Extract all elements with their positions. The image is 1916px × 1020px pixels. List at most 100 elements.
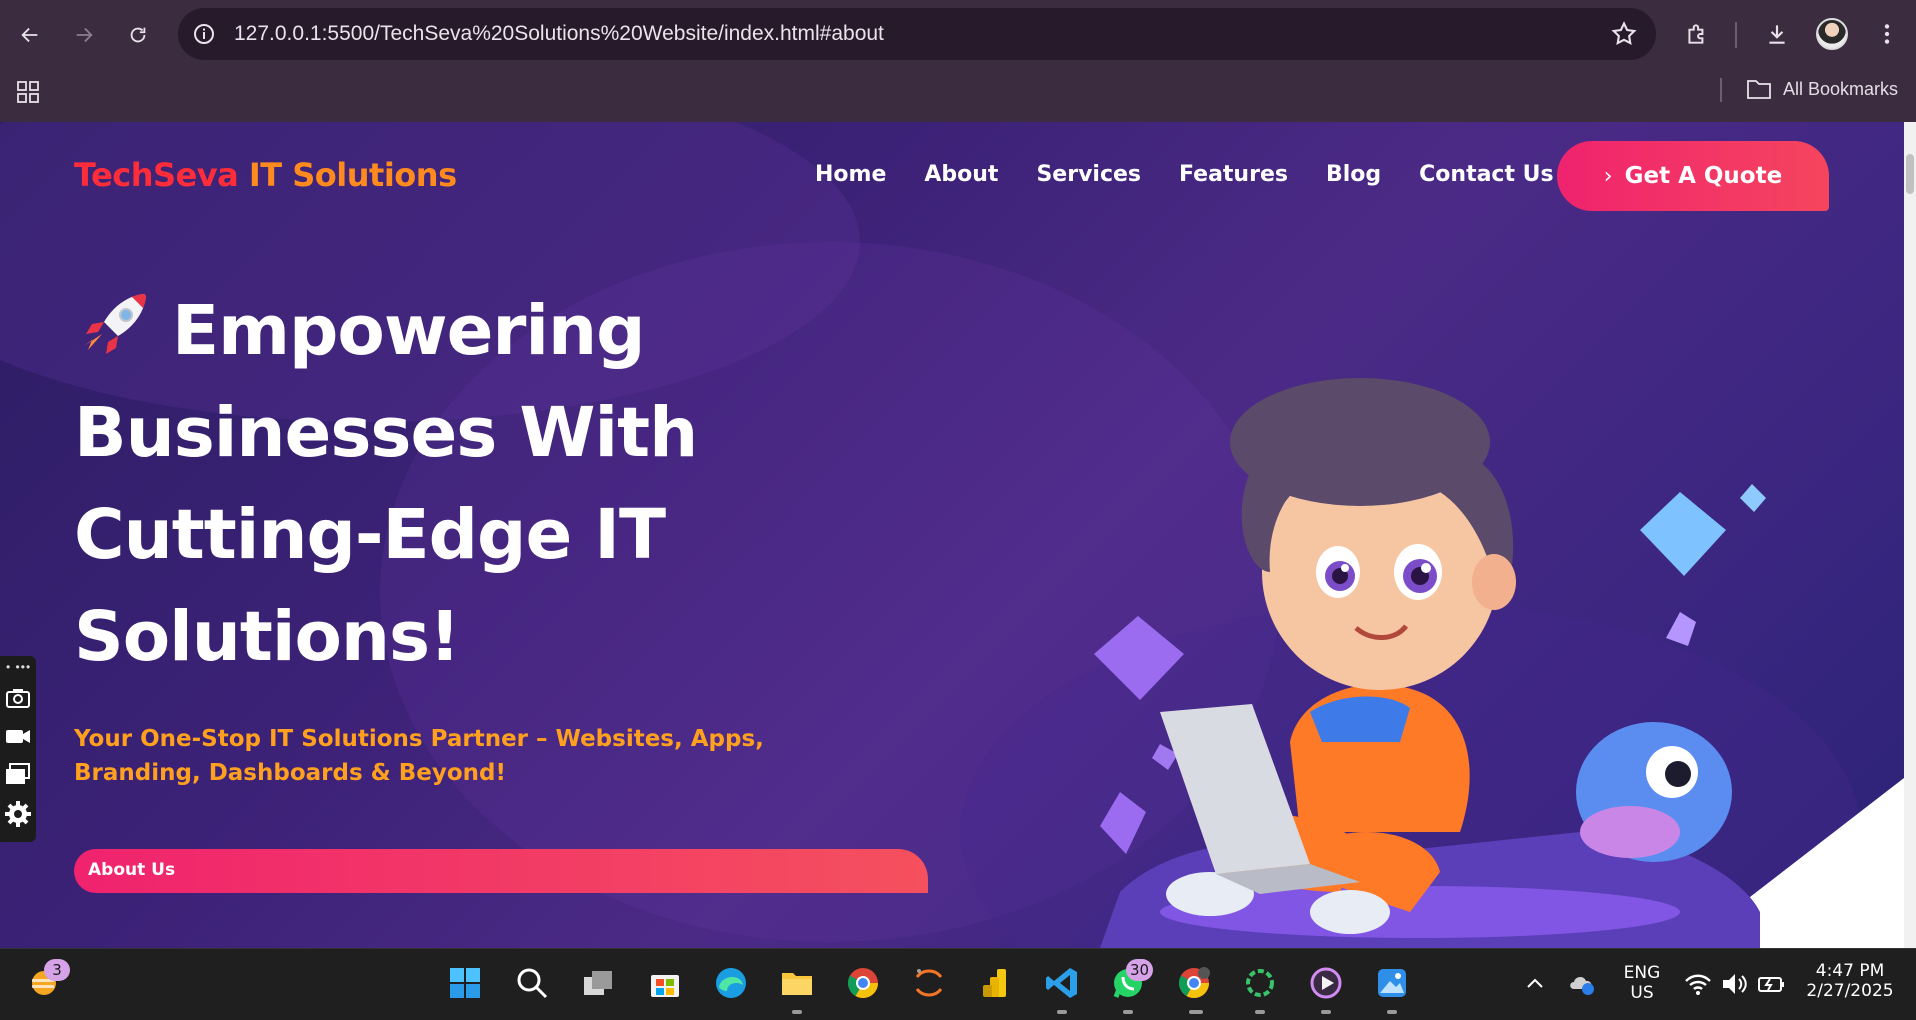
whatsapp-badge: 30 <box>1126 959 1154 981</box>
chrome-button[interactable] <box>843 963 883 1003</box>
chevron-up-icon[interactable] <box>1524 973 1546 995</box>
hero-headline: Empowering Businesses With Cutting-Edge … <box>74 280 774 688</box>
address-bar[interactable]: 127.0.0.1:5500/TechSeva%20Solutions%20We… <box>178 8 1656 60</box>
extensions-button[interactable] <box>1680 17 1714 51</box>
camera-icon[interactable] <box>4 684 32 712</box>
headline-text-1: Empowering <box>172 291 646 371</box>
onedrive-icon[interactable] <box>1568 971 1596 997</box>
start-icon <box>450 968 480 998</box>
clock-time: 4:47 PM <box>1815 961 1885 981</box>
wifi-icon[interactable] <box>1684 971 1712 997</box>
running-indicator <box>792 1010 802 1014</box>
media-player-icon <box>1310 967 1342 999</box>
jupyter-button[interactable] <box>909 963 949 1003</box>
apps-grid-icon[interactable] <box>16 80 40 104</box>
nav-features[interactable]: Features <box>1179 162 1288 187</box>
windows-icon[interactable] <box>4 760 32 788</box>
file-explorer-icon <box>782 973 812 995</box>
browser-menu-button[interactable] <box>1870 17 1904 51</box>
reload-button[interactable] <box>120 17 156 53</box>
laptop-screen <box>1160 704 1310 874</box>
about-us-bar[interactable]: About Us <box>74 849 928 893</box>
hero-illustration <box>1094 378 1766 948</box>
nav-services[interactable]: Services <box>1036 162 1141 187</box>
arrow-left-icon <box>21 27 38 43</box>
scrollbar-thumb[interactable] <box>1906 154 1914 194</box>
folder-icon[interactable] <box>1746 78 1772 100</box>
file-explorer-button[interactable] <box>777 963 817 1003</box>
language-line-2: US <box>1630 983 1654 1003</box>
windows-taskbar: 3 30 ENG US 4:47 PM 2/27/2025 <box>0 948 1916 1020</box>
jupyter-icon <box>915 969 943 997</box>
about-us-label: About Us <box>88 860 176 880</box>
language-line-1: ENG <box>1623 963 1661 983</box>
video-camera-icon[interactable] <box>4 722 32 750</box>
photos-button[interactable] <box>1372 963 1412 1003</box>
arrow-right-icon <box>76 27 93 43</box>
language-indicator[interactable]: ENG US <box>1612 963 1672 1003</box>
task-view-icon <box>584 971 612 995</box>
clock[interactable]: 4:47 PM 2/27/2025 <box>1800 961 1900 1001</box>
task-view-button[interactable] <box>578 963 618 1003</box>
bookmark-star-icon[interactable] <box>1610 20 1638 48</box>
profile-avatar[interactable] <box>1816 18 1848 50</box>
gem-shape <box>1740 484 1766 512</box>
download-icon <box>1769 25 1785 44</box>
nav-home[interactable]: Home <box>815 162 886 187</box>
get-a-quote-label: Get A Quote <box>1624 163 1783 189</box>
headline-line-4: Solutions! <box>74 597 461 677</box>
loading-app-button[interactable] <box>1240 963 1280 1003</box>
nav-blog[interactable]: Blog <box>1326 162 1381 187</box>
media-player-button[interactable] <box>1306 963 1346 1003</box>
eye-highlight <box>1341 564 1349 572</box>
nav-about[interactable]: About <box>924 162 998 187</box>
gem-shape <box>1100 792 1146 854</box>
loading-app-icon <box>1246 969 1274 997</box>
headline-line-3: Cutting-Edge IT <box>74 495 666 575</box>
puzzle-icon <box>1688 24 1704 44</box>
bookmarks-divider <box>1720 78 1722 102</box>
get-a-quote-button[interactable]: › Get A Quote <box>1557 141 1829 211</box>
store-icon <box>651 975 679 997</box>
search-button[interactable] <box>512 963 552 1003</box>
nav-contact-us[interactable]: Contact Us <box>1419 162 1553 187</box>
back-button[interactable] <box>12 17 48 53</box>
start-button[interactable] <box>445 963 485 1003</box>
url-text[interactable]: 127.0.0.1:5500/TechSeva%20Solutions%20We… <box>234 22 884 46</box>
edge-button[interactable] <box>711 963 751 1003</box>
forward-button[interactable] <box>66 17 102 53</box>
vscode-icon <box>1046 968 1077 998</box>
chrome-profile-icon <box>1178 967 1210 999</box>
downloads-button[interactable] <box>1760 17 1794 51</box>
bookmarks-bar <box>0 70 1916 122</box>
gem-shape <box>1666 612 1696 646</box>
headline-line-1: Empowering <box>74 280 774 382</box>
capture-toolbar: • ••• <box>0 656 36 842</box>
more-options-icon[interactable]: • ••• <box>6 660 31 674</box>
site-logo[interactable]: TechSeva IT Solutions <box>74 156 457 194</box>
battery-icon[interactable] <box>1756 971 1786 997</box>
weather-badge: 3 <box>44 959 70 981</box>
rocket-icon <box>84 294 146 354</box>
search-icon <box>517 968 548 999</box>
site-info-icon[interactable] <box>192 22 216 46</box>
chrome-profile-button[interactable] <box>1174 963 1214 1003</box>
vscode-button[interactable] <box>1042 963 1082 1003</box>
all-bookmarks-link[interactable]: All Bookmarks <box>1783 79 1898 100</box>
toolbar: 127.0.0.1:5500/TechSeva%20Solutions%20We… <box>0 0 1916 70</box>
headline-line-2: Businesses With <box>74 393 698 473</box>
power-bi-icon <box>983 969 1006 997</box>
page-scrollbar[interactable] <box>1904 122 1916 948</box>
photos-icon <box>1378 969 1406 997</box>
logo-text-primary: TechSeva <box>74 156 239 194</box>
power-bi-button[interactable] <box>975 963 1015 1003</box>
page-viewport: TechSeva IT Solutions Home About Service… <box>0 122 1916 948</box>
creature-mouth <box>1580 806 1680 858</box>
gem-shape <box>1640 492 1726 576</box>
toolbar-divider <box>1735 22 1737 48</box>
kebab-menu-icon <box>1884 24 1890 44</box>
volume-icon[interactable] <box>1720 971 1748 997</box>
logo-text-secondary: IT Solutions <box>248 156 457 194</box>
microsoft-store-button[interactable] <box>645 963 685 1003</box>
settings-gear-icon[interactable] <box>4 800 32 828</box>
